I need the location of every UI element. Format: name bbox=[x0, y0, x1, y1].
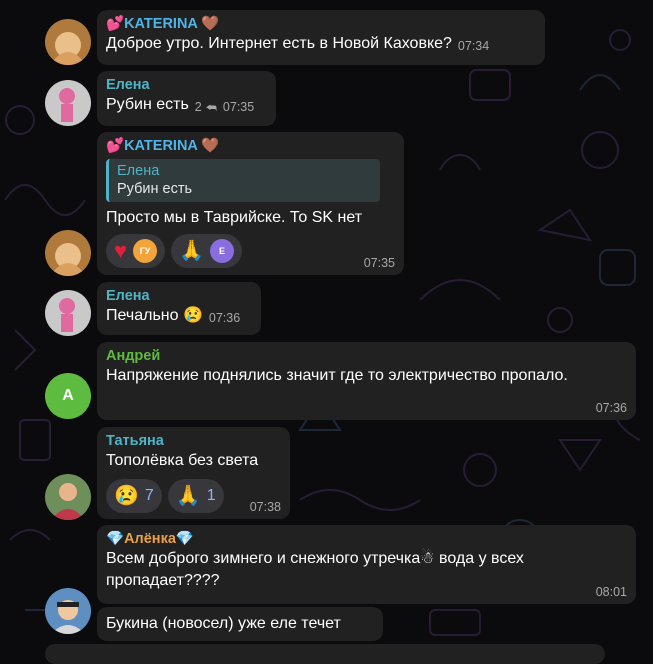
reaction-pray[interactable]: 🙏 1 bbox=[167, 479, 224, 513]
sender-name[interactable]: 💕KATERINA 🤎 bbox=[106, 16, 535, 33]
hearts-emoji-icon: 💕 bbox=[106, 138, 125, 154]
sender-name[interactable]: Татьяна bbox=[106, 433, 280, 450]
crying-face-emoji-icon: 😢 bbox=[182, 307, 203, 324]
message-bubble[interactable]: Елена Рубин есть 2 ⮪ 07:35 bbox=[97, 71, 276, 126]
avatar-tatyana[interactable] bbox=[45, 474, 91, 520]
avatar-elena[interactable] bbox=[45, 290, 91, 336]
message-text: Напряжение поднялись значит где то элект… bbox=[106, 367, 568, 384]
avatar-elena[interactable] bbox=[45, 80, 91, 126]
reaction-heart[interactable]: ♥ ГУ bbox=[106, 234, 166, 268]
avatar-letter: A bbox=[62, 387, 74, 404]
reply-quote[interactable]: Елена Рубин есть bbox=[106, 159, 380, 202]
avatar-andrey[interactable]: A bbox=[45, 373, 91, 419]
message-bubble[interactable]: 💕KATERINA 🤎 Доброе утро. Интернет есть в… bbox=[97, 10, 545, 65]
message-time: 07:34 bbox=[457, 39, 490, 53]
message-text: Тополёвка без света bbox=[106, 452, 259, 469]
message-time: 07:35 bbox=[363, 256, 395, 270]
avatar-katerina[interactable] bbox=[45, 230, 91, 276]
crying-face-icon: 😢 bbox=[114, 485, 139, 507]
reaction-count: 1 bbox=[206, 487, 216, 504]
gem-emoji-icon: 💎 bbox=[106, 531, 125, 547]
message-time: 07:36 bbox=[208, 311, 241, 325]
message-bubble[interactable]: Букина (новосел) уже еле течет bbox=[97, 607, 383, 641]
sender-name[interactable]: 💎Алёнка💎 bbox=[106, 531, 626, 548]
message-bubble[interactable]: 💎Алёнка💎 Всем доброго зимнего и снежного… bbox=[97, 525, 636, 604]
message-time: 08:01 bbox=[595, 585, 627, 599]
avatar-katerina[interactable] bbox=[45, 19, 91, 65]
pray-icon: 🙏 bbox=[179, 240, 204, 262]
message-text: Печально 😢 07:36 bbox=[106, 305, 251, 329]
sender-name[interactable]: Елена bbox=[106, 288, 251, 305]
sender-name[interactable]: Андрей bbox=[106, 348, 626, 365]
brown-heart-emoji-icon: 🤎 bbox=[201, 16, 220, 32]
heart-icon: ♥ bbox=[114, 238, 128, 263]
brown-heart-emoji-icon: 🤎 bbox=[201, 138, 220, 154]
message-bubble[interactable]: 💕KATERINA 🤎 Елена Рубин есть Просто мы в… bbox=[97, 132, 404, 275]
message-text: Рубин есть 2 ⮪ 07:35 bbox=[106, 94, 266, 119]
message-bubble[interactable]: Татьяна Тополёвка без света 😢 7 🙏 1 07:3… bbox=[97, 427, 290, 519]
message-bubble[interactable]: Елена Печально 😢 07:36 bbox=[97, 282, 261, 335]
message-bubble[interactable]: Андрей Напряжение поднялись значит где т… bbox=[97, 342, 636, 420]
reaction-pray[interactable]: 🙏 Е bbox=[171, 234, 242, 268]
message-text: Всем доброго зимнего и снежного утречка☃… bbox=[106, 550, 524, 589]
hearts-emoji-icon: 💕 bbox=[106, 16, 125, 32]
message-text: Доброе утро. Интернет есть в Новой Кахов… bbox=[106, 33, 535, 57]
reactor-avatar: Е bbox=[209, 239, 234, 263]
reactions-row: ♥ ГУ 🙏 Е bbox=[106, 234, 242, 268]
avatar-alenka[interactable] bbox=[45, 588, 91, 634]
sender-name[interactable]: 💕KATERINA 🤎 bbox=[106, 138, 394, 155]
snowman-emoji-icon: ☃ bbox=[420, 550, 435, 567]
message-bubble-partial[interactable] bbox=[45, 644, 605, 664]
message-text: Просто мы в Таврийске. То SK нет bbox=[106, 209, 363, 226]
message-time: 07:36 bbox=[595, 401, 627, 415]
message-time: 07:38 bbox=[249, 500, 281, 514]
pray-icon: 🙏 bbox=[175, 485, 201, 507]
gem-emoji-icon: 💎 bbox=[175, 531, 194, 547]
reactions-row: 😢 7 🙏 1 bbox=[106, 479, 224, 513]
reply-arrow-icon: ⮪ bbox=[205, 101, 217, 115]
sender-name[interactable]: Елена bbox=[106, 77, 266, 94]
reactor-avatar: ГУ bbox=[133, 239, 158, 263]
reply-sender: Елена bbox=[117, 163, 160, 179]
reply-text: Рубин есть bbox=[117, 181, 193, 197]
reaction-crying[interactable]: 😢 7 bbox=[106, 479, 162, 513]
message-text: Букина (новосел) уже еле течет bbox=[106, 615, 341, 632]
reply-count[interactable]: 2 ⮪ bbox=[195, 96, 217, 119]
reaction-count: 7 bbox=[144, 487, 154, 504]
message-time: 07:35 bbox=[222, 100, 255, 114]
